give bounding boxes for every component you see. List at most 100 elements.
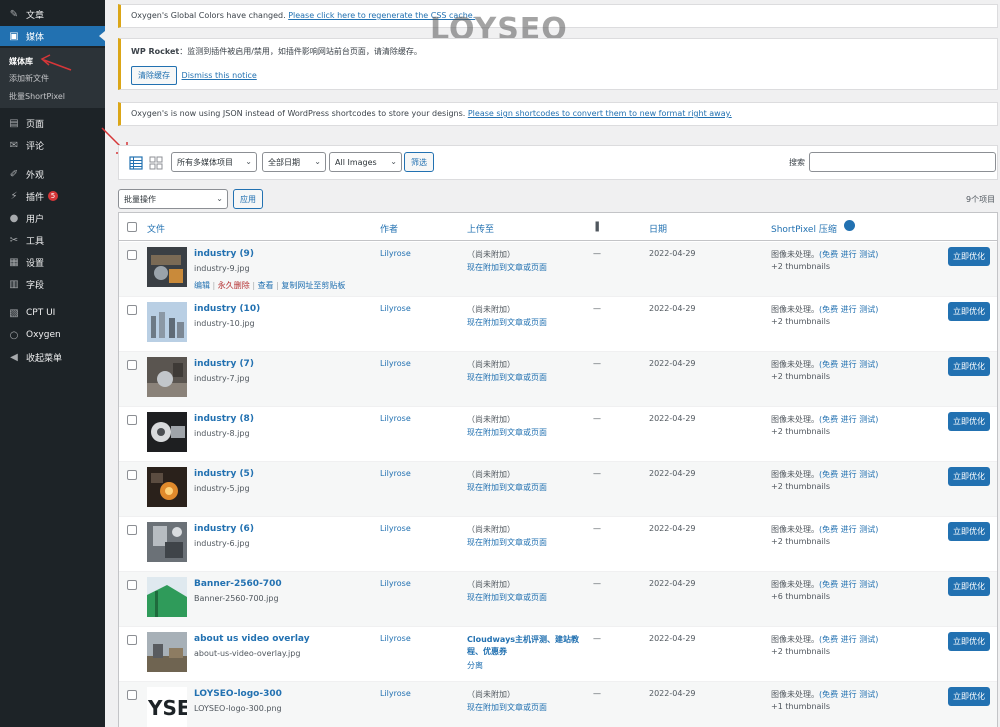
author-link[interactable]: Lilyrose [380,689,411,698]
shortpixel-test-link[interactable]: (免费 进行 测试) [819,470,878,479]
optimize-now-button[interactable]: 立即优化 [948,687,990,706]
menu-pages[interactable]: ▤ 页面 [0,113,105,133]
select-all-checkbox[interactable] [127,222,137,232]
optimize-now-button[interactable]: 立即优化 [948,577,990,596]
bulk-actions-select[interactable]: 批量操作 ⌄ [118,189,228,209]
attach-link[interactable]: 现在附加到文章或页面 [467,592,547,603]
apply-button[interactable]: 应用 [233,189,263,209]
menu-fields[interactable]: ▥ 字段 [0,274,105,294]
menu-users[interactable]: ● 用户 [0,208,105,228]
menu-oxygen[interactable]: ○ Oxygen [0,325,105,345]
author-link[interactable]: Lilyrose [380,579,411,588]
thumbnail-image[interactable] [147,467,187,507]
thumbnail-image[interactable] [147,247,187,287]
column-uploaded-to[interactable]: 上传至 [467,222,494,235]
menu-collapse[interactable]: ◀ 收起菜单 [0,347,105,367]
optimize-now-button[interactable]: 立即优化 [948,467,990,486]
optimize-now-button[interactable]: 立即优化 [948,412,990,431]
shortpixel-test-link[interactable]: (免费 进行 测试) [819,415,878,424]
menu-plugins[interactable]: ⚡ 插件 5 [0,186,105,206]
file-title-link[interactable]: industry (6) [194,524,254,534]
author-link[interactable]: Lilyrose [380,359,411,368]
row-checkbox[interactable] [127,250,137,260]
detach-link[interactable]: 分离 [467,660,483,671]
menu-media[interactable]: ▣ 媒体 [0,26,105,46]
date-filter[interactable]: 全部日期 ⌄ [262,152,326,172]
thumbnail-image[interactable] [147,412,187,452]
media-type-filter[interactable]: 所有多媒体项目 ⌄ [171,152,257,172]
file-title-link[interactable]: LOYSEO-logo-300 [194,689,282,699]
author-link[interactable]: Lilyrose [380,634,411,643]
list-view-icon[interactable] [129,156,143,170]
optimize-now-button[interactable]: 立即优化 [948,632,990,651]
row-checkbox[interactable] [127,580,137,590]
shortpixel-test-link[interactable]: (免费 进行 测试) [819,525,878,534]
author-link[interactable]: Lilyrose [380,304,411,313]
shortpixel-test-link[interactable]: (免费 进行 测试) [819,690,878,699]
search-input[interactable] [809,152,996,172]
row-checkbox[interactable] [127,470,137,480]
menu-tools[interactable]: ✂ 工具 [0,230,105,250]
optimize-now-button[interactable]: 立即优化 [948,357,990,376]
menu-comments[interactable]: ✉ 评论 [0,135,105,155]
row-checkbox[interactable] [127,690,137,700]
edit-link[interactable]: 编辑 [194,281,210,290]
thumbnail-image[interactable] [147,632,187,672]
shortpixel-test-link[interactable]: (免费 进行 测试) [819,305,878,314]
column-file[interactable]: 文件 [147,222,165,235]
grid-view-icon[interactable] [149,156,163,170]
copy-url-link[interactable]: 复制网址至剪贴板 [281,281,345,290]
view-link[interactable]: 查看 [258,281,274,290]
attach-link[interactable]: 现在附加到文章或页面 [467,537,547,548]
shortpixel-gauge-icon[interactable] [844,220,855,231]
menu-appearance[interactable]: ✐ 外观 [0,164,105,184]
attached-post-link[interactable]: Cloudways主机评测、建站教程、优惠券 [467,634,585,658]
attach-link[interactable]: 现在附加到文章或页面 [467,317,547,328]
clear-cache-button[interactable]: 清除缓存 [131,66,177,85]
menu-settings[interactable]: ▦ 设置 [0,252,105,272]
attach-link[interactable]: 现在附加到文章或页面 [467,262,547,273]
file-title-link[interactable]: industry (8) [194,414,254,424]
attach-link[interactable]: 现在附加到文章或页面 [467,427,547,438]
optimize-now-button[interactable]: 立即优化 [948,247,990,266]
author-link[interactable]: Lilyrose [380,414,411,423]
column-author[interactable]: 作者 [380,222,398,235]
shortpixel-test-link[interactable]: (免费 进行 测试) [819,580,878,589]
file-title-link[interactable]: industry (7) [194,359,254,369]
dismiss-notice-link[interactable]: Dismiss this notice [182,71,257,80]
comment-bubble-icon[interactable]: ❚ [593,221,601,232]
submenu-bulk-shortpixel[interactable]: 批量ShortPixel [9,91,65,102]
thumbnail-image[interactable] [147,357,187,397]
file-title-link[interactable]: Banner-2560-700 [194,579,282,589]
column-date[interactable]: 日期 [649,222,667,235]
attach-link[interactable]: 现在附加到文章或页面 [467,482,547,493]
submenu-add-new[interactable]: 添加新文件 [9,73,49,84]
shortpixel-test-link[interactable]: (免费 进行 测试) [819,635,878,644]
attach-link[interactable]: 现在附加到文章或页面 [467,372,547,383]
row-checkbox[interactable] [127,525,137,535]
menu-posts[interactable]: ✎ 文章 [0,4,105,24]
row-checkbox[interactable] [127,635,137,645]
shortpixel-test-link[interactable]: (免费 进行 测试) [819,360,878,369]
file-title-link[interactable]: industry (9) [194,249,254,259]
thumbnail-image[interactable] [147,302,187,342]
row-checkbox[interactable] [127,360,137,370]
delete-permanently-link[interactable]: 永久删除 [218,281,250,290]
optimize-now-button[interactable]: 立即优化 [948,302,990,321]
sign-shortcodes-link[interactable]: Please sign shortcodes to convert them t… [468,109,732,118]
author-link[interactable]: Lilyrose [380,524,411,533]
author-link[interactable]: Lilyrose [380,249,411,258]
shortpixel-filter[interactable]: All Images ⌄ [329,152,402,172]
author-link[interactable]: Lilyrose [380,469,411,478]
optimize-now-button[interactable]: 立即优化 [948,522,990,541]
file-title-link[interactable]: industry (10) [194,304,260,314]
file-title-link[interactable]: about us video overlay [194,634,310,644]
thumbnail-image[interactable] [147,522,187,562]
row-checkbox[interactable] [127,415,137,425]
submenu-library[interactable]: 媒体库 [9,56,33,67]
thumbnail-image[interactable]: YSE [147,687,187,727]
menu-cpt-ui[interactable]: ▧ CPT UI [0,303,105,323]
file-title-link[interactable]: industry (5) [194,469,254,479]
shortpixel-test-link[interactable]: (免费 进行 测试) [819,250,878,259]
thumbnail-image[interactable] [147,577,187,617]
